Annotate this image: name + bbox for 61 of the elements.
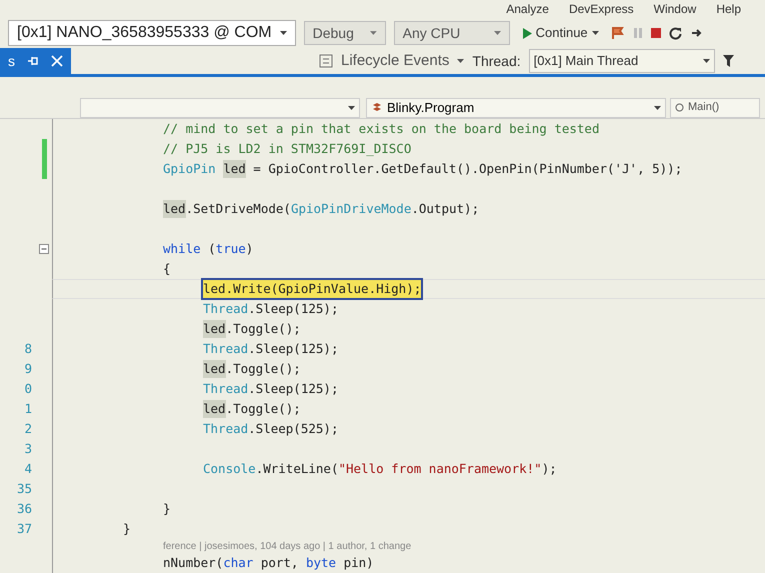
platform-dropdown[interactable]: Any CPU xyxy=(394,21,510,45)
code-line: led.Toggle(); xyxy=(203,360,301,378)
play-icon xyxy=(522,28,532,38)
code-line: Thread.Sleep(125); xyxy=(203,340,338,358)
method-icon xyxy=(675,103,684,112)
caret-icon xyxy=(280,31,287,35)
line-number: 35 xyxy=(16,480,32,498)
code-line: Thread.Sleep(125); xyxy=(203,380,338,398)
code-line: { xyxy=(163,260,171,278)
line-number: 8 xyxy=(24,340,32,358)
caret-icon xyxy=(348,106,355,110)
line-number: 2 xyxy=(24,420,32,438)
lifecycle-icon xyxy=(319,54,333,68)
collapse-icon[interactable] xyxy=(39,244,49,254)
device-dropdown[interactable]: [0x1] NANO_36583955333 @ COM xyxy=(8,20,296,46)
code-line: // PJ5 is LD2 in STM32F769I_DISCO xyxy=(163,140,412,158)
configuration-dropdown[interactable]: Debug xyxy=(304,21,386,45)
member-dropdown[interactable]: Main() xyxy=(670,98,760,118)
class-dropdown[interactable]: Blinky.Program xyxy=(366,98,666,118)
line-number: 36 xyxy=(16,500,32,518)
code-line: Console.WriteLine("Hello from nanoFramework!"); xyxy=(203,460,557,478)
menu-item[interactable]: Window xyxy=(654,0,696,18)
line-number: 3 xyxy=(24,440,32,458)
code-line: led.Toggle(); xyxy=(203,400,301,418)
lifecycle-events-dropdown[interactable]: Lifecycle Events xyxy=(341,50,464,72)
flag-icon[interactable] xyxy=(610,26,625,40)
line-number: 1 xyxy=(24,400,32,418)
line-number: 0 xyxy=(24,380,32,398)
close-icon xyxy=(51,55,63,67)
line-number: 37 xyxy=(16,520,32,538)
line-number: 9 xyxy=(24,360,32,378)
caret-icon xyxy=(370,31,377,35)
thread-label: Thread: xyxy=(472,52,521,70)
document-tab[interactable]: s xyxy=(0,48,71,74)
code-line: nNumber(char port, byte pin) xyxy=(163,554,374,572)
restart-icon[interactable] xyxy=(668,26,682,40)
code-line: led.Toggle(); xyxy=(203,320,301,338)
line-number: 4 xyxy=(24,460,32,478)
caret-icon xyxy=(457,59,464,63)
menu-item[interactable]: Analyze xyxy=(506,0,549,18)
class-icon xyxy=(371,102,383,114)
code-line: led.SetDriveMode(GpioPinDriveMode.Output); xyxy=(163,200,480,218)
caret-icon xyxy=(654,106,661,110)
code-line: // mind to set a pin that exists on the board being tested xyxy=(163,120,600,138)
step-icon[interactable] xyxy=(690,27,702,39)
code-line: GpioPin led = GpioController.GetDefault().OpenPin(PinNumber('J', 5)); xyxy=(163,160,682,178)
caret-icon xyxy=(592,31,599,35)
menu-item[interactable]: Help xyxy=(716,0,741,18)
code-line: Thread.Sleep(525); xyxy=(203,420,338,438)
menu-item[interactable]: DevExpress xyxy=(568,0,634,18)
continue-button[interactable]: Continue xyxy=(518,23,603,43)
code-line: } xyxy=(123,520,131,538)
code-line: Thread.Sleep(125); xyxy=(203,300,338,318)
stop-icon[interactable] xyxy=(650,28,661,38)
pin-icon xyxy=(27,55,39,67)
code-line: while (true) xyxy=(163,240,254,258)
filter-icon[interactable] xyxy=(722,55,734,67)
caret-icon xyxy=(702,59,710,63)
code-line: } xyxy=(163,500,171,518)
caret-icon xyxy=(494,31,501,35)
thread-dropdown[interactable]: [0x1] Main Thread xyxy=(528,49,715,73)
